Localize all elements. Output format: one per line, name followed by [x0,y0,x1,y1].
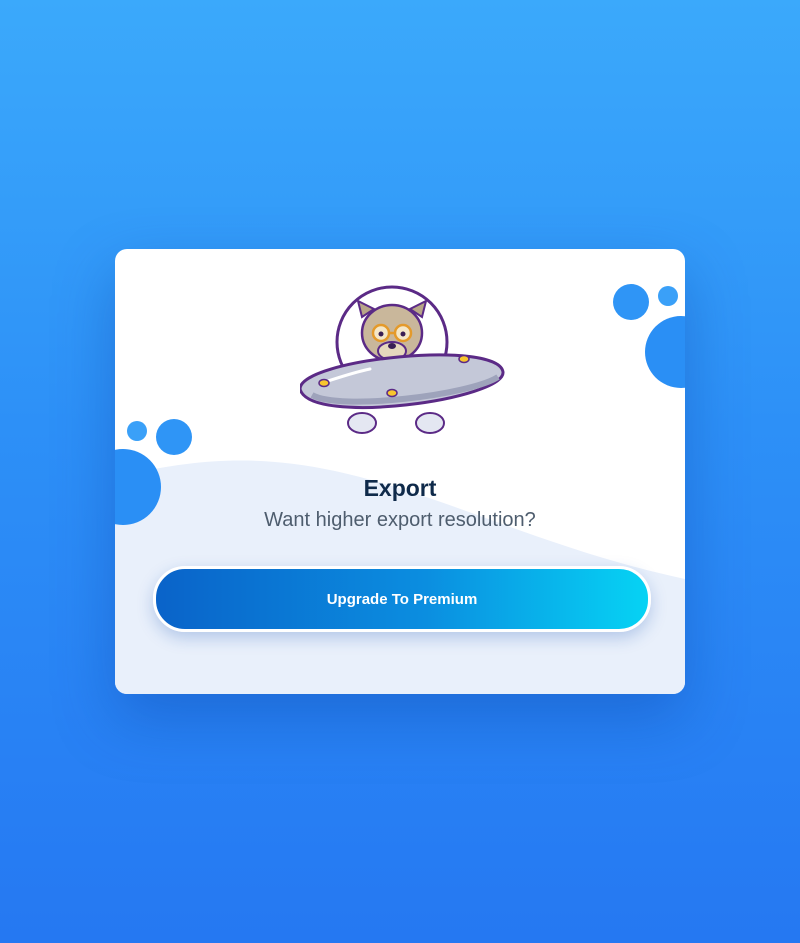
dialog-subtitle: Want higher export resolution? [264,509,536,531]
upgrade-button-label: Upgrade To Premium [326,590,478,608]
dialog-title: Export [363,475,437,501]
bulldog-astronaut-ufo-icon [300,285,505,434]
upgrade-to-premium-button[interactable]: Upgrade To Premium [153,566,651,632]
export-dialog: Export Want higher export resolution? Up… [115,249,685,694]
